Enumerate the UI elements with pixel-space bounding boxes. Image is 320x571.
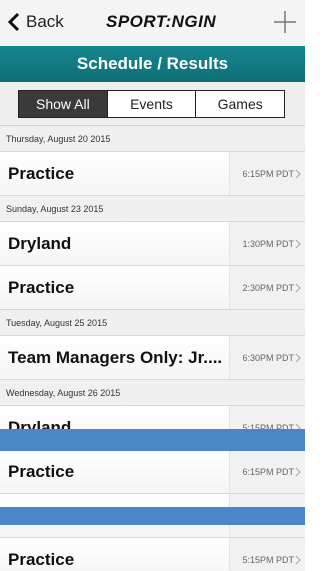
chevron-right-icon [295, 353, 301, 362]
event-time-cell: 6:30PM PDT [229, 336, 305, 379]
date-header: Tuesday, August 25 2015 [0, 310, 305, 336]
event-row[interactable]: Practice 5:15PM PDT [0, 538, 305, 571]
event-row[interactable]: Practice 6:15PM PDT [0, 152, 305, 196]
event-time: 5:15PM PDT [242, 554, 294, 565]
segment-show-all[interactable]: Show All [19, 91, 107, 117]
chevron-left-icon [8, 12, 20, 32]
event-time: 1:30PM PDT [242, 238, 294, 249]
back-label: Back [26, 12, 64, 31]
event-title: Practice [8, 462, 75, 481]
segmented-control: Show All Events Games [18, 90, 285, 118]
event-time: 2:30PM PDT [242, 282, 294, 293]
event-title: Practice [8, 164, 75, 183]
event-row[interactable]: Practice 2:30PM PDT [0, 266, 305, 310]
chevron-right-icon [295, 467, 301, 476]
event-title: Dryland [8, 234, 72, 253]
chevron-right-icon [295, 239, 301, 248]
swipe-overlay-band [0, 429, 305, 451]
top-nav-bar: Back SPORT:NGIN [0, 0, 305, 46]
date-header: Thursday, August 20 2015 [0, 126, 305, 152]
page-title: Schedule / Results [76, 54, 229, 73]
date-header: Sunday, August 23 2015 [0, 196, 305, 222]
segment-games[interactable]: Games [195, 91, 284, 117]
segment-events[interactable]: Events [106, 91, 196, 117]
schedule-list: Thursday, August 20 2015 Practice 6:15PM… [0, 126, 305, 571]
event-title: Practice [8, 550, 75, 569]
event-time-cell: 6:15PM PDT [229, 152, 305, 195]
event-time-cell: 6:15PM PDT [229, 450, 305, 493]
add-icon[interactable] [273, 10, 297, 34]
event-row[interactable]: Dryland 1:30PM PDT [0, 222, 305, 266]
event-time: 6:30PM PDT [242, 352, 294, 363]
event-time-cell: 2:30PM PDT [229, 266, 305, 309]
event-title: Team Managers Only: Jr.... [8, 348, 222, 367]
chevron-right-icon [295, 169, 301, 178]
event-time-cell: 5:15PM PDT [229, 538, 305, 571]
back-button[interactable]: Back [8, 10, 64, 34]
event-time-cell: 1:30PM PDT [229, 222, 305, 265]
event-time: 6:15PM PDT [242, 168, 294, 179]
event-row[interactable]: Team Managers Only: Jr.... 6:30PM PDT [0, 336, 305, 380]
title-bar: Schedule / Results [0, 46, 305, 82]
event-title: Practice [8, 278, 75, 297]
filter-bar: Show All Events Games [0, 82, 305, 126]
app-logo: SPORT:NGIN [106, 12, 217, 31]
event-row[interactable]: Practice 6:15PM PDT [0, 450, 305, 494]
event-time: 6:15PM PDT [242, 466, 294, 477]
chevron-right-icon [295, 555, 301, 564]
date-header: Wednesday, August 26 2015 [0, 380, 305, 406]
swipe-overlay-band [0, 507, 305, 525]
chevron-right-icon [295, 283, 301, 292]
